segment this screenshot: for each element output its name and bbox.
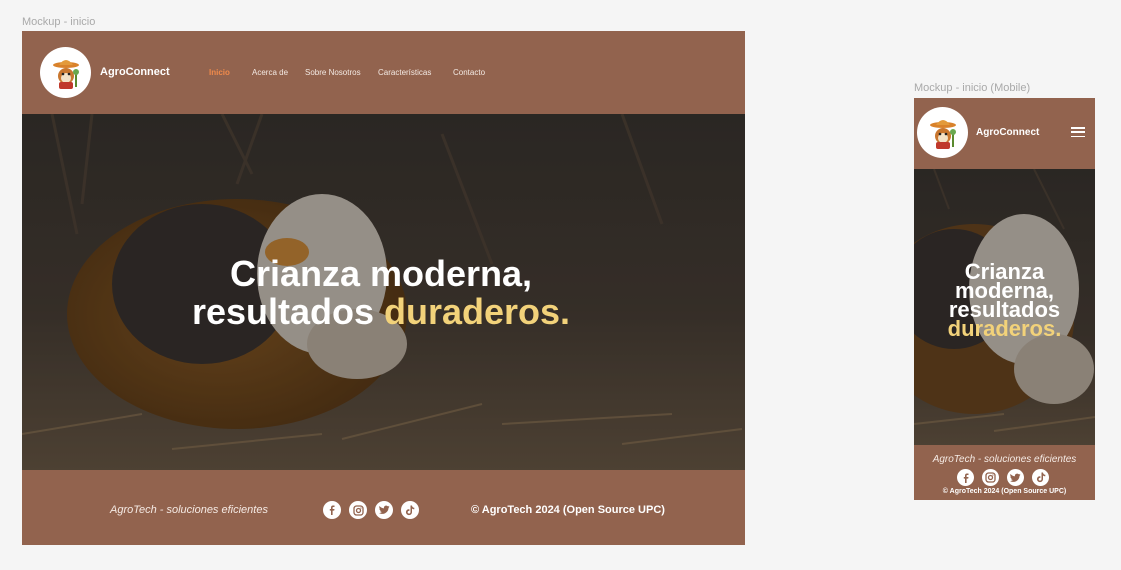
navbar: AgroConnect Inicio Acerca de Sobre Nosot… — [22, 31, 745, 114]
hero-title-accent: duraderos. — [384, 291, 571, 332]
tiktok-icon[interactable] — [1032, 469, 1049, 486]
nav-item-caracteristicas[interactable]: Características — [378, 68, 431, 77]
mobile-frame-label: Mockup - inicio (Mobile) — [914, 82, 1031, 94]
footer-slogan: AgroTech - soluciones eficientes — [110, 504, 268, 516]
mobile-mockup: AgroConnect Crianza moderna, resultados … — [914, 98, 1095, 500]
social-links — [323, 501, 419, 519]
instagram-icon[interactable] — [349, 501, 367, 519]
instagram-icon[interactable] — [982, 469, 999, 486]
nav-item-sobre-nosotros[interactable]: Sobre Nosotros — [305, 68, 361, 77]
footer-copyright: © AgroTech 2024 (Open Source UPC) — [471, 504, 665, 516]
farmer-guinea-pig-icon — [929, 119, 956, 149]
mobile-footer: AgroTech - soluciones eficientes © AgroT… — [914, 445, 1095, 500]
brand-name[interactable]: AgroConnect — [100, 66, 170, 78]
facebook-icon[interactable] — [957, 469, 974, 486]
hero-section: Crianza moderna, resultados duraderos. — [22, 114, 745, 470]
nav-item-acerca-de[interactable]: Acerca de — [252, 68, 288, 77]
tiktok-icon[interactable] — [401, 501, 419, 519]
mobile-brand-name[interactable]: AgroConnect — [976, 127, 1039, 138]
mobile-logo[interactable] — [917, 107, 968, 158]
mobile-hero-section: Crianza moderna, resultados duraderos. — [914, 169, 1095, 445]
hero-title-plain: resultados — [191, 291, 384, 332]
mobile-footer-copyright: © AgroTech 2024 (Open Source UPC) — [942, 488, 1067, 495]
desktop-mockup: AgroConnect Inicio Acerca de Sobre Nosot… — [22, 31, 745, 545]
hero-title: Crianza moderna, resultados duraderos. — [22, 255, 740, 331]
mobile-navbar: AgroConnect — [914, 98, 1095, 169]
hero-title-line1: Crianza moderna, — [229, 253, 533, 294]
nav-item-contacto[interactable]: Contacto — [453, 68, 485, 77]
mobile-hero-title: Crianza moderna, resultados duraderos. — [914, 261, 1095, 341]
logo[interactable] — [40, 47, 91, 98]
hero-title-line2: resultados duraderos. — [22, 293, 740, 331]
twitter-icon[interactable] — [1007, 469, 1024, 486]
desktop-frame-label: Mockup - inicio — [22, 16, 96, 28]
mobile-footer-slogan: AgroTech - soluciones eficientes — [932, 454, 1077, 465]
mobile-social-links — [957, 469, 1049, 486]
footer: AgroTech - soluciones eficientes © AgroT… — [22, 470, 745, 545]
hamburger-menu-icon[interactable] — [1071, 127, 1085, 137]
facebook-icon[interactable] — [323, 501, 341, 519]
mobile-hero-line4: duraderos. — [947, 316, 1062, 341]
nav-item-inicio[interactable]: Inicio — [209, 68, 230, 77]
twitter-icon[interactable] — [375, 501, 393, 519]
farmer-guinea-pig-icon — [52, 59, 79, 89]
